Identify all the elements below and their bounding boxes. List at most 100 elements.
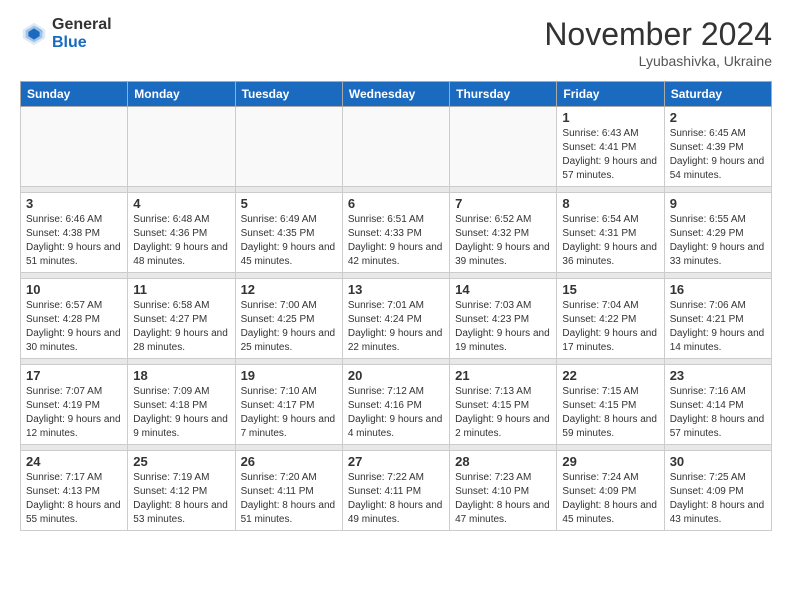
calendar-day: 9Sunrise: 6:55 AM Sunset: 4:29 PM Daylig… [664,193,771,273]
day-number: 11 [133,282,229,297]
day-number: 6 [348,196,444,211]
location: Lyubashivka, Ukraine [544,53,772,69]
day-info: Sunrise: 7:24 AM Sunset: 4:09 PM Dayligh… [562,471,658,527]
calendar-day [21,107,128,187]
day-info: Sunrise: 6:57 AM Sunset: 4:28 PM Dayligh… [26,299,122,355]
day-number: 8 [562,196,658,211]
day-number: 7 [455,196,551,211]
calendar-week-row: 24Sunrise: 7:17 AM Sunset: 4:13 PM Dayli… [21,451,772,531]
day-number: 18 [133,368,229,383]
day-info: Sunrise: 7:09 AM Sunset: 4:18 PM Dayligh… [133,385,229,441]
calendar-header-row: Sunday Monday Tuesday Wednesday Thursday… [21,82,772,107]
calendar-day: 8Sunrise: 6:54 AM Sunset: 4:31 PM Daylig… [557,193,664,273]
calendar-day: 3 Sunrise: 6:46 AM Sunset: 4:38 PM Daylig… [21,193,128,273]
day-info: Sunrise: 7:17 AM Sunset: 4:13 PM Dayligh… [26,471,122,527]
day-info: Sunrise: 7:13 AM Sunset: 4:15 PM Dayligh… [455,385,551,441]
day-number: 15 [562,282,658,297]
day-info: Sunrise: 7:07 AM Sunset: 4:19 PM Dayligh… [26,385,122,441]
day-info: Sunrise: 7:06 AM Sunset: 4:21 PM Dayligh… [670,299,766,355]
calendar-day: 18 Sunrise: 7:09 AM Sunset: 4:18 PM Dayli… [128,365,235,445]
day-number: 2 [670,110,766,125]
header-friday: Friday [557,82,664,107]
calendar-day: 28Sunrise: 7:23 AM Sunset: 4:10 PM Dayli… [450,451,557,531]
day-info: Sunrise: 6:52 AM Sunset: 4:32 PM Dayligh… [455,213,551,269]
day-number: 3 [26,196,122,211]
day-info: Sunrise: 6:51 AM Sunset: 4:33 PM Dayligh… [348,213,444,269]
day-info: Sunrise: 6:45 AM Sunset: 4:39 PM Dayligh… [670,127,766,183]
calendar-day: 21 Sunrise: 7:13 AM Sunset: 4:15 PM Dayli… [450,365,557,445]
calendar-day [342,107,449,187]
day-number: 5 [241,196,337,211]
calendar-day: 22 Sunrise: 7:15 AM Sunset: 4:15 PM Dayli… [557,365,664,445]
header-monday: Monday [128,82,235,107]
calendar-day: 1 Sunrise: 6:43 AM Sunset: 4:41 PM Daylig… [557,107,664,187]
day-info: Sunrise: 7:00 AM Sunset: 4:25 PM Dayligh… [241,299,337,355]
day-number: 22 [562,368,658,383]
day-info: Sunrise: 6:58 AM Sunset: 4:27 PM Dayligh… [133,299,229,355]
day-number: 28 [455,454,551,469]
title-section: November 2024 Lyubashivka, Ukraine [544,16,772,69]
calendar-day: 19 Sunrise: 7:10 AM Sunset: 4:17 PM Dayli… [235,365,342,445]
calendar-day: 23Sunrise: 7:16 AM Sunset: 4:14 PM Dayli… [664,365,771,445]
logo: General Blue [20,16,112,52]
day-info: Sunrise: 7:19 AM Sunset: 4:12 PM Dayligh… [133,471,229,527]
day-info: Sunrise: 6:48 AM Sunset: 4:36 PM Dayligh… [133,213,229,269]
calendar-week-row: 10 Sunrise: 6:57 AM Sunset: 4:28 PM Dayli… [21,279,772,359]
day-info: Sunrise: 6:43 AM Sunset: 4:41 PM Dayligh… [562,127,658,183]
day-number: 27 [348,454,444,469]
day-info: Sunrise: 7:04 AM Sunset: 4:22 PM Dayligh… [562,299,658,355]
day-info: Sunrise: 7:01 AM Sunset: 4:24 PM Dayligh… [348,299,444,355]
day-info: Sunrise: 7:10 AM Sunset: 4:17 PM Dayligh… [241,385,337,441]
day-number: 1 [562,110,658,125]
day-number: 30 [670,454,766,469]
calendar-day: 25 Sunrise: 7:19 AM Sunset: 4:12 PM Dayli… [128,451,235,531]
day-number: 12 [241,282,337,297]
logo-blue: Blue [52,34,112,52]
calendar-week-row: 3 Sunrise: 6:46 AM Sunset: 4:38 PM Daylig… [21,193,772,273]
day-info: Sunrise: 7:22 AM Sunset: 4:11 PM Dayligh… [348,471,444,527]
day-info: Sunrise: 7:03 AM Sunset: 4:23 PM Dayligh… [455,299,551,355]
calendar-day: 16 Sunrise: 7:06 AM Sunset: 4:21 PM Dayli… [664,279,771,359]
day-number: 19 [241,368,337,383]
calendar-day: 2 Sunrise: 6:45 AM Sunset: 4:39 PM Daylig… [664,107,771,187]
day-info: Sunrise: 6:49 AM Sunset: 4:35 PM Dayligh… [241,213,337,269]
calendar-day: 4Sunrise: 6:48 AM Sunset: 4:36 PM Daylig… [128,193,235,273]
logo-text: General Blue [52,16,112,52]
day-number: 13 [348,282,444,297]
calendar-day: 10 Sunrise: 6:57 AM Sunset: 4:28 PM Dayli… [21,279,128,359]
page-header: General Blue November 2024 Lyubashivka, … [20,16,772,69]
calendar-day: 24Sunrise: 7:17 AM Sunset: 4:13 PM Dayli… [21,451,128,531]
calendar-day [450,107,557,187]
calendar-day: 17 Sunrise: 7:07 AM Sunset: 4:19 PM Dayli… [21,365,128,445]
header-tuesday: Tuesday [235,82,342,107]
day-info: Sunrise: 7:15 AM Sunset: 4:15 PM Dayligh… [562,385,658,441]
calendar-day: 15 Sunrise: 7:04 AM Sunset: 4:22 PM Dayli… [557,279,664,359]
page-container: General Blue November 2024 Lyubashivka, … [0,0,792,541]
day-number: 16 [670,282,766,297]
calendar-day: 20Sunrise: 7:12 AM Sunset: 4:16 PM Dayli… [342,365,449,445]
day-info: Sunrise: 6:46 AM Sunset: 4:38 PM Dayligh… [26,213,122,269]
calendar-day: 29 Sunrise: 7:24 AM Sunset: 4:09 PM Dayli… [557,451,664,531]
day-info: Sunrise: 6:55 AM Sunset: 4:29 PM Dayligh… [670,213,766,269]
day-number: 23 [670,368,766,383]
calendar-day: 26Sunrise: 7:20 AM Sunset: 4:11 PM Dayli… [235,451,342,531]
day-number: 25 [133,454,229,469]
day-number: 10 [26,282,122,297]
header-thursday: Thursday [450,82,557,107]
calendar-day: 14Sunrise: 7:03 AM Sunset: 4:23 PM Dayli… [450,279,557,359]
header-sunday: Sunday [21,82,128,107]
calendar-day: 11 Sunrise: 6:58 AM Sunset: 4:27 PM Dayli… [128,279,235,359]
day-number: 20 [348,368,444,383]
day-number: 29 [562,454,658,469]
day-number: 26 [241,454,337,469]
logo-icon [20,20,48,48]
day-number: 17 [26,368,122,383]
day-info: Sunrise: 7:25 AM Sunset: 4:09 PM Dayligh… [670,471,766,527]
calendar-week-row: 17 Sunrise: 7:07 AM Sunset: 4:19 PM Dayli… [21,365,772,445]
calendar-day: 7 Sunrise: 6:52 AM Sunset: 4:32 PM Daylig… [450,193,557,273]
calendar-day: 6 Sunrise: 6:51 AM Sunset: 4:33 PM Daylig… [342,193,449,273]
day-number: 21 [455,368,551,383]
calendar-table: Sunday Monday Tuesday Wednesday Thursday… [20,81,772,531]
calendar-day: 13 Sunrise: 7:01 AM Sunset: 4:24 PM Dayli… [342,279,449,359]
header-wednesday: Wednesday [342,82,449,107]
